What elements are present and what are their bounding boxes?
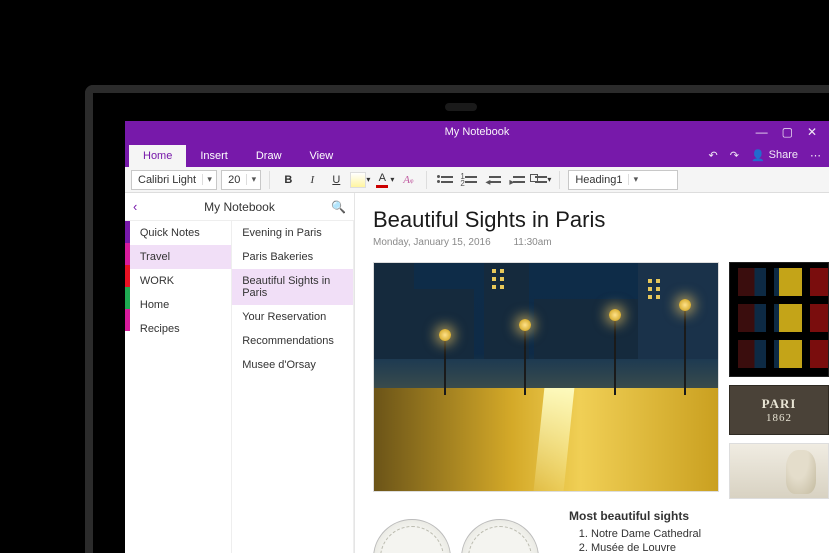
outdent-icon: ◂	[485, 173, 501, 187]
clear-formatting-button[interactable]: Aᵩ	[398, 170, 418, 190]
user-icon: 👤	[751, 149, 765, 162]
ribbon-tabs: Home Insert Draw View ↶ ↷ 👤 Share ⋯	[125, 143, 829, 167]
bullet-list-icon	[437, 173, 453, 187]
style-value: Heading1	[569, 174, 628, 186]
camera-notch	[445, 103, 477, 111]
device-frame: My Notebook — ▢ ✕ Home Insert Draw View …	[85, 85, 829, 553]
sights-heading: Most beautiful sights	[569, 509, 701, 523]
checklist-button[interactable]: ▾	[531, 170, 551, 190]
font-color-button[interactable]: ▾	[374, 170, 394, 190]
image-coin-2[interactable]: FRATERNITE	[461, 519, 539, 553]
page-item[interactable]: Beautiful Sights in Paris	[232, 269, 353, 305]
image-stained-glass[interactable]	[729, 262, 829, 377]
chevron-down-icon: ▾	[202, 174, 216, 185]
notebook-header: ‹ My Notebook 🔍	[125, 193, 354, 221]
page-time: 11:30am	[513, 237, 551, 248]
coins-images: AU NOM DU PEUPLE FRATERNITE	[373, 519, 539, 553]
numbered-list-button[interactable]: 12	[459, 170, 479, 190]
workspace: ‹ My Notebook 🔍 Quick Not	[125, 193, 829, 553]
titlebar: My Notebook — ▢ ✕	[125, 121, 829, 143]
page-title[interactable]: Beautiful Sights in Paris	[373, 207, 829, 233]
image-plaque[interactable]: PARI 1862	[729, 385, 829, 435]
page-item[interactable]: Your Reservation	[232, 305, 353, 329]
font-name-combo[interactable]: Calibri Light ▾	[131, 170, 217, 190]
numbered-list-icon: 12	[461, 173, 477, 187]
sections-list: Quick Notes Travel WORK Home Recipes	[130, 221, 232, 553]
image-statue[interactable]	[729, 443, 829, 499]
decrease-indent-button[interactable]: ◂	[483, 170, 503, 190]
section-quick-notes[interactable]: Quick Notes	[130, 221, 231, 245]
pages-list: Evening in Paris Paris Bakeries Beautifu…	[232, 221, 354, 553]
navigation-panel: ‹ My Notebook 🔍 Quick Not	[125, 193, 355, 553]
page-metadata: Monday, January 15, 2016 11:30am	[373, 237, 829, 248]
close-button[interactable]: ✕	[807, 125, 817, 139]
page-item[interactable]: Musee d'Orsay	[232, 353, 353, 377]
redo-button[interactable]: ↷	[730, 149, 739, 162]
search-button[interactable]: 🔍	[331, 200, 346, 214]
section-work[interactable]: WORK	[130, 269, 231, 293]
minimize-button[interactable]: —	[756, 125, 768, 139]
image-paris-street[interactable]	[373, 262, 719, 492]
image-coin-1[interactable]: AU NOM DU PEUPLE	[373, 519, 451, 553]
highlight-button[interactable]: ▾	[350, 170, 370, 190]
plaque-text-2: 1862	[766, 412, 792, 424]
checkbox-icon	[531, 173, 547, 187]
tab-draw[interactable]: Draw	[242, 145, 296, 167]
underline-button[interactable]: U	[326, 170, 346, 190]
section-home[interactable]: Home	[130, 293, 231, 317]
page-item[interactable]: Paris Bakeries	[232, 245, 353, 269]
bullet-list-button[interactable]	[435, 170, 455, 190]
more-icon[interactable]: ⋯	[810, 149, 821, 162]
chevron-down-icon: ▾	[246, 174, 260, 185]
tab-view[interactable]: View	[296, 145, 348, 167]
bezel: My Notebook — ▢ ✕ Home Insert Draw View …	[93, 93, 829, 553]
maximize-button[interactable]: ▢	[782, 125, 793, 139]
chevron-down-icon: ▾	[628, 174, 642, 185]
increase-indent-button[interactable]: ▸	[507, 170, 527, 190]
bold-button[interactable]: B	[278, 170, 298, 190]
sights-list-block[interactable]: Most beautiful sights Notre Dame Cathedr…	[569, 509, 701, 553]
page-date: Monday, January 15, 2016	[373, 237, 491, 248]
font-size-combo[interactable]: 20 ▾	[221, 170, 261, 190]
font-name-value: Calibri Light	[132, 174, 202, 186]
indent-icon: ▸	[509, 173, 525, 187]
font-size-value: 20	[222, 174, 246, 186]
tab-home[interactable]: Home	[129, 145, 186, 167]
formatting-toolbar: Calibri Light ▾ 20 ▾ B I U ▾ ▾ Aᵩ 12 ◂ ▸	[125, 167, 829, 193]
page-item[interactable]: Recommendations	[232, 329, 353, 353]
page-canvas[interactable]: Beautiful Sights in Paris Monday, Januar…	[355, 193, 829, 553]
window-title: My Notebook	[445, 126, 510, 138]
font-color-icon	[374, 172, 390, 188]
sight-item[interactable]: Notre Dame Cathedral	[591, 527, 701, 541]
image-gallery: PARI 1862	[373, 262, 829, 499]
share-label: Share	[769, 149, 798, 161]
share-button[interactable]: 👤 Share	[751, 149, 798, 162]
tab-insert[interactable]: Insert	[186, 145, 242, 167]
page-item[interactable]: Evening in Paris	[232, 221, 353, 245]
highlight-icon	[350, 172, 366, 188]
back-button[interactable]: ‹	[133, 199, 137, 214]
section-recipes[interactable]: Recipes	[130, 317, 231, 341]
app-window: My Notebook — ▢ ✕ Home Insert Draw View …	[125, 121, 829, 553]
sight-item[interactable]: Musée de Louvre	[591, 541, 701, 553]
italic-button[interactable]: I	[302, 170, 322, 190]
notebook-title: My Notebook	[204, 200, 275, 214]
undo-button[interactable]: ↶	[709, 149, 718, 162]
style-combo[interactable]: Heading1 ▾	[568, 170, 678, 190]
section-travel[interactable]: Travel	[130, 245, 231, 269]
plaque-text-1: PARI	[762, 396, 797, 412]
